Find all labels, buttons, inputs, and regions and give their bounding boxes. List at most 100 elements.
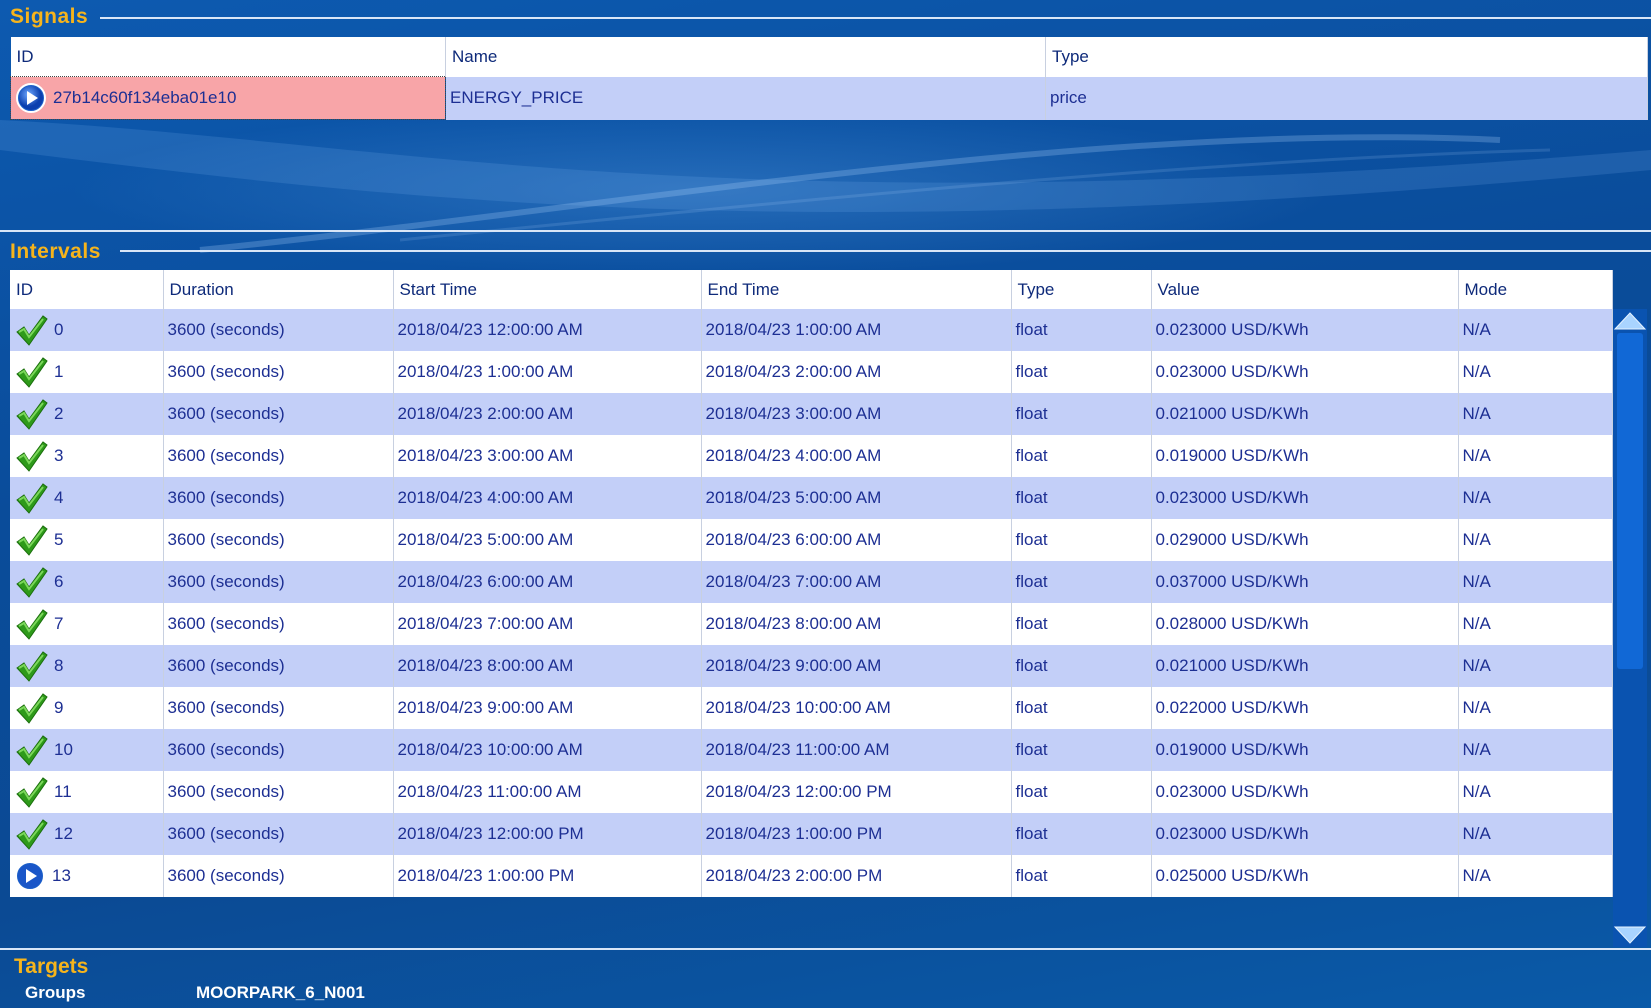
interval-mode: N/A	[1458, 771, 1613, 813]
interval-row[interactable]: 4 3600 (seconds) 2018/04/23 4:00:00 AM 2018…	[10, 477, 1613, 519]
interval-duration: 3600 (seconds)	[163, 813, 394, 855]
interval-id-cell[interactable]: 3	[10, 435, 164, 477]
interval-duration: 3600 (seconds)	[163, 519, 394, 561]
interval-start: 2018/04/23 11:00:00 AM	[393, 771, 702, 813]
interval-id-cell[interactable]: 11	[10, 771, 164, 813]
scroll-down-icon[interactable]	[1613, 923, 1647, 947]
interval-start: 2018/04/23 7:00:00 AM	[393, 603, 702, 645]
interval-type: float	[1011, 855, 1152, 897]
interval-type: float	[1011, 477, 1152, 519]
interval-value: 0.021000 USD/KWh	[1151, 645, 1459, 687]
interval-row[interactable]: 12 3600 (seconds) 2018/04/23 12:00:00 PM 20…	[10, 813, 1613, 855]
interval-start: 2018/04/23 8:00:00 AM	[393, 645, 702, 687]
interval-id: 8	[54, 656, 64, 675]
check-icon	[16, 357, 48, 388]
signals-col-name[interactable]: Name	[445, 37, 1046, 77]
interval-duration: 3600 (seconds)	[163, 645, 394, 687]
interval-row[interactable]: 10 3600 (seconds) 2018/04/23 10:00:00 AM 20…	[10, 729, 1613, 771]
interval-mode: N/A	[1458, 603, 1613, 645]
interval-row[interactable]: 11 3600 (seconds) 2018/04/23 11:00:00 AM 20…	[10, 771, 1613, 813]
interval-value: 0.019000 USD/KWh	[1151, 435, 1459, 477]
interval-id-cell[interactable]: 8	[10, 645, 164, 687]
interval-id-cell[interactable]: 1	[10, 351, 164, 393]
interval-row[interactable]: 8 3600 (seconds) 2018/04/23 8:00:00 AM 2018…	[10, 645, 1613, 687]
interval-end: 2018/04/23 11:00:00 AM	[701, 729, 1012, 771]
interval-end: 2018/04/23 5:00:00 AM	[701, 477, 1012, 519]
groups-value: MOORPARK_6_N001	[196, 983, 365, 1002]
interval-id-cell[interactable]: 0	[10, 309, 164, 351]
interval-row[interactable]: 0 3600 (seconds) 2018/04/23 12:00:00 AM 201…	[10, 309, 1613, 351]
signal-id: 27b14c60f134eba01e10	[53, 88, 237, 107]
interval-value: 0.023000 USD/KWh	[1151, 477, 1459, 519]
interval-duration: 3600 (seconds)	[163, 855, 394, 897]
interval-type: float	[1011, 603, 1152, 645]
interval-value: 0.023000 USD/KWh	[1151, 309, 1459, 351]
intervals-col-duration[interactable]: Duration	[163, 270, 394, 309]
interval-row[interactable]: 2 3600 (seconds) 2018/04/23 2:00:00 AM 2018…	[10, 393, 1613, 435]
interval-id-cell[interactable]: 12	[10, 813, 164, 855]
interval-row[interactable]: 13 3600 (seconds) 2018/04/23 1:00:00 PM 201…	[10, 855, 1613, 897]
interval-row[interactable]: 1 3600 (seconds) 2018/04/23 1:00:00 AM 2018…	[10, 351, 1613, 393]
interval-mode: N/A	[1458, 813, 1613, 855]
intervals-col-start-time[interactable]: Start Time	[393, 270, 702, 309]
interval-row[interactable]: 7 3600 (seconds) 2018/04/23 7:00:00 AM 2018…	[10, 603, 1613, 645]
intervals-scrollbar[interactable]	[1613, 309, 1647, 947]
check-icon	[16, 315, 48, 346]
interval-id: 4	[54, 488, 64, 507]
interval-id-cell[interactable]: 7	[10, 603, 164, 645]
signals-header-row: ID Name Type	[10, 37, 1648, 77]
signals-col-id[interactable]: ID	[10, 37, 446, 77]
interval-id-cell[interactable]: 13	[10, 855, 164, 897]
interval-duration: 3600 (seconds)	[163, 351, 394, 393]
targets-section-title: Targets	[14, 955, 89, 978]
interval-type: float	[1011, 435, 1152, 477]
interval-row[interactable]: 3 3600 (seconds) 2018/04/23 3:00:00 AM 2018…	[10, 435, 1613, 477]
interval-duration: 3600 (seconds)	[163, 603, 394, 645]
interval-type: float	[1011, 519, 1152, 561]
intervals-col-end-time[interactable]: End Time	[701, 270, 1012, 309]
intervals-divider	[120, 250, 1651, 252]
interval-id: 11	[54, 782, 72, 801]
groups-label: Groups	[25, 983, 86, 1002]
interval-start: 2018/04/23 2:00:00 AM	[393, 393, 702, 435]
interval-end: 2018/04/23 3:00:00 AM	[701, 393, 1012, 435]
intervals-col-value[interactable]: Value	[1151, 270, 1459, 309]
interval-id-cell[interactable]: 4	[10, 477, 164, 519]
interval-row[interactable]: 6 3600 (seconds) 2018/04/23 6:00:00 AM 2018…	[10, 561, 1613, 603]
signal-id-cell[interactable]: 27b14c60f134eba01e10	[10, 76, 446, 120]
interval-id-cell[interactable]: 10	[10, 729, 164, 771]
interval-row[interactable]: 5 3600 (seconds) 2018/04/23 5:00:00 AM 2018…	[10, 519, 1613, 561]
interval-id-cell[interactable]: 5	[10, 519, 164, 561]
interval-value: 0.025000 USD/KWh	[1151, 855, 1459, 897]
interval-id-cell[interactable]: 2	[10, 393, 164, 435]
interval-type: float	[1011, 393, 1152, 435]
interval-value: 0.028000 USD/KWh	[1151, 603, 1459, 645]
intervals-col-id[interactable]: ID	[10, 270, 164, 309]
interval-value: 0.023000 USD/KWh	[1151, 351, 1459, 393]
interval-value: 0.037000 USD/KWh	[1151, 561, 1459, 603]
intervals-col-mode[interactable]: Mode	[1458, 270, 1613, 309]
scroll-up-icon[interactable]	[1613, 309, 1647, 333]
interval-start: 2018/04/23 3:00:00 AM	[393, 435, 702, 477]
interval-id-cell[interactable]: 9	[10, 687, 164, 729]
play-icon	[15, 861, 45, 891]
signal-row[interactable]: 27b14c60f134eba01e10 ENERGY_PRICE price	[10, 76, 1648, 120]
signals-divider	[100, 17, 1651, 19]
interval-id-cell[interactable]: 6	[10, 561, 164, 603]
interval-duration: 3600 (seconds)	[163, 435, 394, 477]
intervals-header-row: ID Duration Start Time End Time Type Val…	[10, 270, 1613, 309]
check-icon	[16, 609, 48, 640]
interval-duration: 3600 (seconds)	[163, 477, 394, 519]
interval-end: 2018/04/23 10:00:00 AM	[701, 687, 1012, 729]
scroll-thumb[interactable]	[1617, 333, 1643, 669]
intervals-col-type[interactable]: Type	[1011, 270, 1152, 309]
interval-mode: N/A	[1458, 561, 1613, 603]
interval-mode: N/A	[1458, 645, 1613, 687]
signals-col-type[interactable]: Type	[1045, 37, 1648, 77]
interval-end: 2018/04/23 12:00:00 PM	[701, 771, 1012, 813]
interval-start: 2018/04/23 9:00:00 AM	[393, 687, 702, 729]
check-icon	[16, 483, 48, 514]
interval-end: 2018/04/23 6:00:00 AM	[701, 519, 1012, 561]
intervals-table: ID Duration Start Time End Time Type Val…	[10, 270, 1613, 897]
interval-row[interactable]: 9 3600 (seconds) 2018/04/23 9:00:00 AM 2018…	[10, 687, 1613, 729]
